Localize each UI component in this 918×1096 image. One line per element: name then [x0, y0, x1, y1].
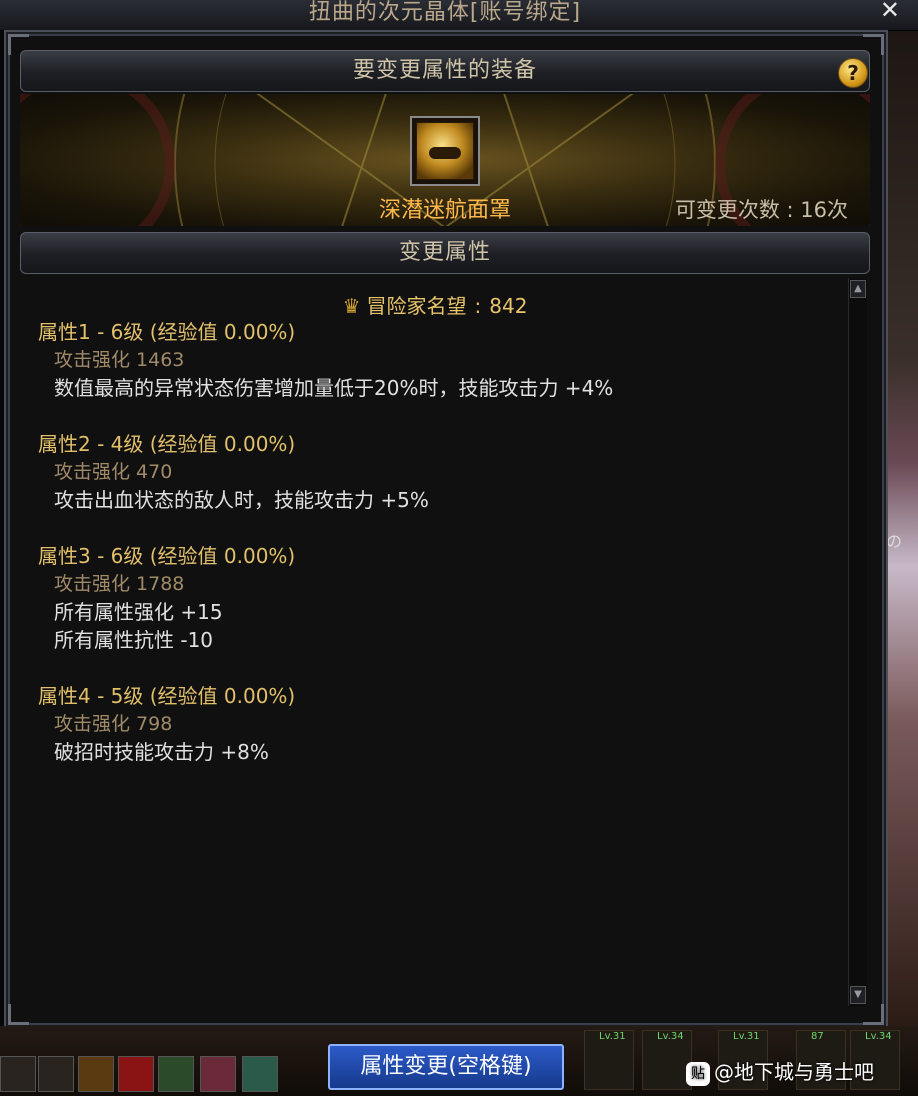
attribute-change-window: 要变更属性的装备 ? 深潜迷航面罩 可变更次数 : 16次 变更属性 ♛ 冒险家名… [4, 30, 888, 1029]
change-count-separator: : [779, 198, 801, 222]
attribute-base-stat: 攻击强化 470 [54, 461, 173, 483]
attribute-effect: 攻击出血状态的敌人时，技能攻击力 +5% [54, 488, 429, 512]
attribute-title: 属性3 - 6级 (经验值 0.00%) [38, 544, 296, 568]
equipment-section-title: 要变更属性的装备 [352, 58, 537, 83]
fame-value: 842 [489, 294, 528, 318]
hotbar-slot[interactable] [158, 1056, 194, 1092]
attribute-title: 属性2 - 4级 (经验值 0.00%) [38, 432, 296, 456]
attribute-block-2: 属性2 - 4级 (经验值 0.00%) 攻击强化 470 攻击出血状态的敌人时… [38, 430, 429, 514]
attribute-title: 属性1 - 6级 (经验值 0.00%) [38, 320, 296, 344]
watermark-text: @地下城与勇士吧 [714, 1060, 874, 1084]
attribute-block-4: 属性4 - 5级 (经验值 0.00%) 攻击强化 798 破招时技能攻击力 +… [38, 682, 295, 766]
attribute-effect: 所有属性强化 +15 [54, 600, 223, 624]
equipment-section-header: 要变更属性的装备 [20, 50, 870, 92]
adventurer-fame: ♛ 冒险家名望:842 [20, 290, 850, 319]
attributes-section-header: 变更属性 [20, 232, 870, 274]
attribute-change-button[interactable]: 属性变更(空格键) [328, 1044, 564, 1090]
hotbar-slot[interactable] [38, 1056, 74, 1092]
attribute-base-stat: 攻击强化 1463 [54, 349, 185, 371]
tieba-icon: 贴 [686, 1061, 710, 1086]
fame-separator: : [474, 294, 482, 318]
scroll-down-icon[interactable]: ▼ [850, 986, 866, 1004]
hotbar-slot[interactable] [78, 1056, 114, 1092]
skill-slot[interactable]: Lv.34 [642, 1030, 692, 1090]
skill-level: Lv.34 [865, 1031, 892, 1042]
attribute-list-panel: ♛ 冒险家名望:842 属性1 - 6级 (经验值 0.00%) 攻击强化 146… [20, 276, 850, 1006]
skill-slot[interactable]: Lv.31 [584, 1030, 634, 1090]
help-button[interactable]: ? [838, 58, 868, 88]
change-count-value: 16次 [800, 198, 848, 222]
window-title: 扭曲的次元晶体[账号绑定] [308, 0, 582, 25]
bottom-hotbar: 属性变更(空格键) Lv.31 Lv.34 Lv.31 87 Lv.34 贴 @地… [0, 1026, 918, 1096]
skill-level: Lv.31 [599, 1031, 626, 1042]
attribute-effect: 所有属性抗性 -10 [54, 628, 214, 652]
equipment-display: 深潜迷航面罩 可变更次数 : 16次 [20, 94, 870, 226]
skill-level: Lv.34 [657, 1031, 684, 1042]
frame-corner [8, 1004, 29, 1025]
scene-overlay-text: の [886, 532, 903, 551]
title-bar: 扭曲的次元晶体[账号绑定] ✕ [0, 0, 918, 31]
fame-crown-icon: ♛ [342, 294, 361, 318]
skill-level: Lv.31 [733, 1031, 760, 1042]
attribute-effect: 破招时技能攻击力 +8% [54, 740, 269, 764]
attribute-base-stat: 攻击强化 798 [54, 713, 173, 735]
attribute-block-3: 属性3 - 6级 (经验值 0.00%) 攻击强化 1788 所有属性强化 +1… [38, 542, 295, 654]
fame-label: 冒险家名望 [366, 294, 467, 318]
change-count-label: 可变更次数 [674, 198, 780, 222]
attribute-title: 属性4 - 5级 (经验值 0.00%) [38, 684, 296, 708]
hotbar-slot[interactable] [118, 1056, 154, 1092]
frame-corner [863, 1004, 884, 1025]
helmet-visor [429, 147, 461, 159]
watermark: 贴 @地下城与勇士吧 [686, 1056, 874, 1086]
attribute-effect: 数值最高的异常状态伤害增加量低于20%时，技能攻击力 +4% [54, 376, 614, 400]
hotbar-slot[interactable] [200, 1056, 236, 1092]
attribute-base-stat: 攻击强化 1788 [54, 573, 185, 595]
hotbar-slot[interactable] [242, 1056, 278, 1092]
skill-level: 87 [811, 1031, 824, 1042]
equipment-slot[interactable] [410, 116, 480, 186]
scrollbar[interactable]: ▲ ▼ [848, 278, 867, 1006]
scroll-up-icon[interactable]: ▲ [850, 280, 866, 298]
helmet-icon [416, 122, 474, 180]
change-count: 可变更次数 : 16次 [675, 194, 848, 224]
hotbar-slot[interactable] [0, 1056, 36, 1092]
attribute-block-1: 属性1 - 6级 (经验值 0.00%) 攻击强化 1463 数值最高的异常状态… [38, 318, 613, 402]
close-button[interactable]: ✕ [880, 0, 900, 24]
attributes-section-title: 变更属性 [398, 240, 491, 265]
